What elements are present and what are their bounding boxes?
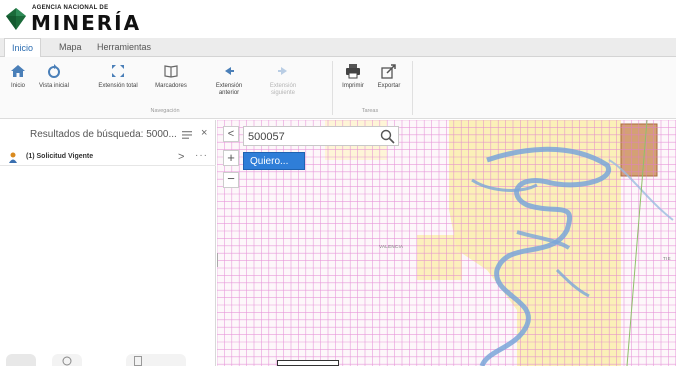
tab-herramientas[interactable]: Herramientas [90,38,158,57]
collapse-panel-button[interactable]: < [223,126,239,142]
place-label-right: TIE [663,256,671,261]
tab-inicio[interactable]: Inicio [4,38,42,58]
full-extent-label: Extensión total [98,83,138,89]
full-extent-button[interactable]: Extensión total [92,63,144,103]
initial-view-icon [48,64,60,78]
quiero-button[interactable]: Quiero... [243,152,305,170]
footer-tab-1[interactable] [6,354,36,366]
print-button[interactable]: Imprimir [338,63,368,103]
export-icon [381,64,396,79]
print-icon [346,64,360,79]
bookmarks-icon [164,65,178,78]
export-label: Exportar [377,83,401,89]
zoom-out-button[interactable]: − [223,172,239,188]
home-button[interactable]: Inicio [4,63,32,103]
search-input[interactable] [248,129,376,144]
previous-extent-label: Extensión anterior [215,83,243,96]
panel-footer-tabs [0,352,216,366]
list-options-icon[interactable] [182,131,192,139]
close-panel-button[interactable]: × [201,127,207,139]
home-button-label: Inicio [10,83,25,89]
app-header: AGENCIA NACIONAL DE MINERÍA [0,0,676,38]
search-icon[interactable] [380,129,395,144]
home-icon [11,65,25,77]
ribbon-separator-end [412,61,413,115]
tab-mapa[interactable]: Mapa [52,38,89,57]
result-item[interactable]: (1) Solicitud Vigente > ··· [0,150,216,166]
print-label: Imprimir [342,83,364,89]
tasks-group-label: Tareas [361,108,379,114]
map-search-box [243,126,399,146]
next-extent-icon [278,67,287,75]
ribbon-separator [332,61,333,115]
agency-name-big: MINERÍA [31,11,142,35]
previous-extent-button[interactable]: Extensión anterior [208,63,250,103]
full-extent-icon [112,65,124,77]
footer-tab-2[interactable] [52,354,82,366]
globe-icon [62,356,72,366]
next-extent-button[interactable]: Extensión siguiente [260,63,306,103]
panel-resize-handle[interactable] [217,253,218,267]
export-button[interactable]: Exportar [372,63,406,103]
map-view[interactable]: < + − Quiero... VALENCIA TIE [217,120,676,366]
bookmarks-button[interactable]: Marcadores [150,63,192,103]
bookmarks-label: Marcadores [155,83,187,89]
next-extent-label: Extensión siguiente [269,83,297,96]
footer-tab-3[interactable] [126,354,186,366]
previous-extent-icon [225,67,234,75]
anm-logo-icon [6,8,26,30]
place-label-valencia: VALENCIA [379,244,404,249]
document-icon [134,356,142,366]
ribbon-tab-bar: Inicio Mapa Herramientas [0,38,676,58]
navigation-group-label: Navegación [150,108,180,114]
results-panel-header: Resultados de búsqueda: 5000... × [0,125,216,145]
results-panel-title: Resultados de búsqueda: 5000... [30,129,177,140]
scale-bar [277,360,339,366]
chevron-right-icon[interactable]: > [178,150,184,164]
user-location-icon [9,152,17,163]
result-label: (1) Solicitud Vigente [26,153,94,160]
initial-view-button[interactable]: Vista inicial [34,63,74,103]
more-options-icon[interactable]: ··· [195,150,208,162]
zoom-in-button[interactable]: + [223,150,239,166]
ribbon-toolbar: Inicio Vista inicial Extensión total Mar… [0,57,676,119]
initial-view-label: Vista inicial [39,83,69,89]
search-results-panel: Resultados de búsqueda: 5000... × (1) So… [0,120,216,366]
